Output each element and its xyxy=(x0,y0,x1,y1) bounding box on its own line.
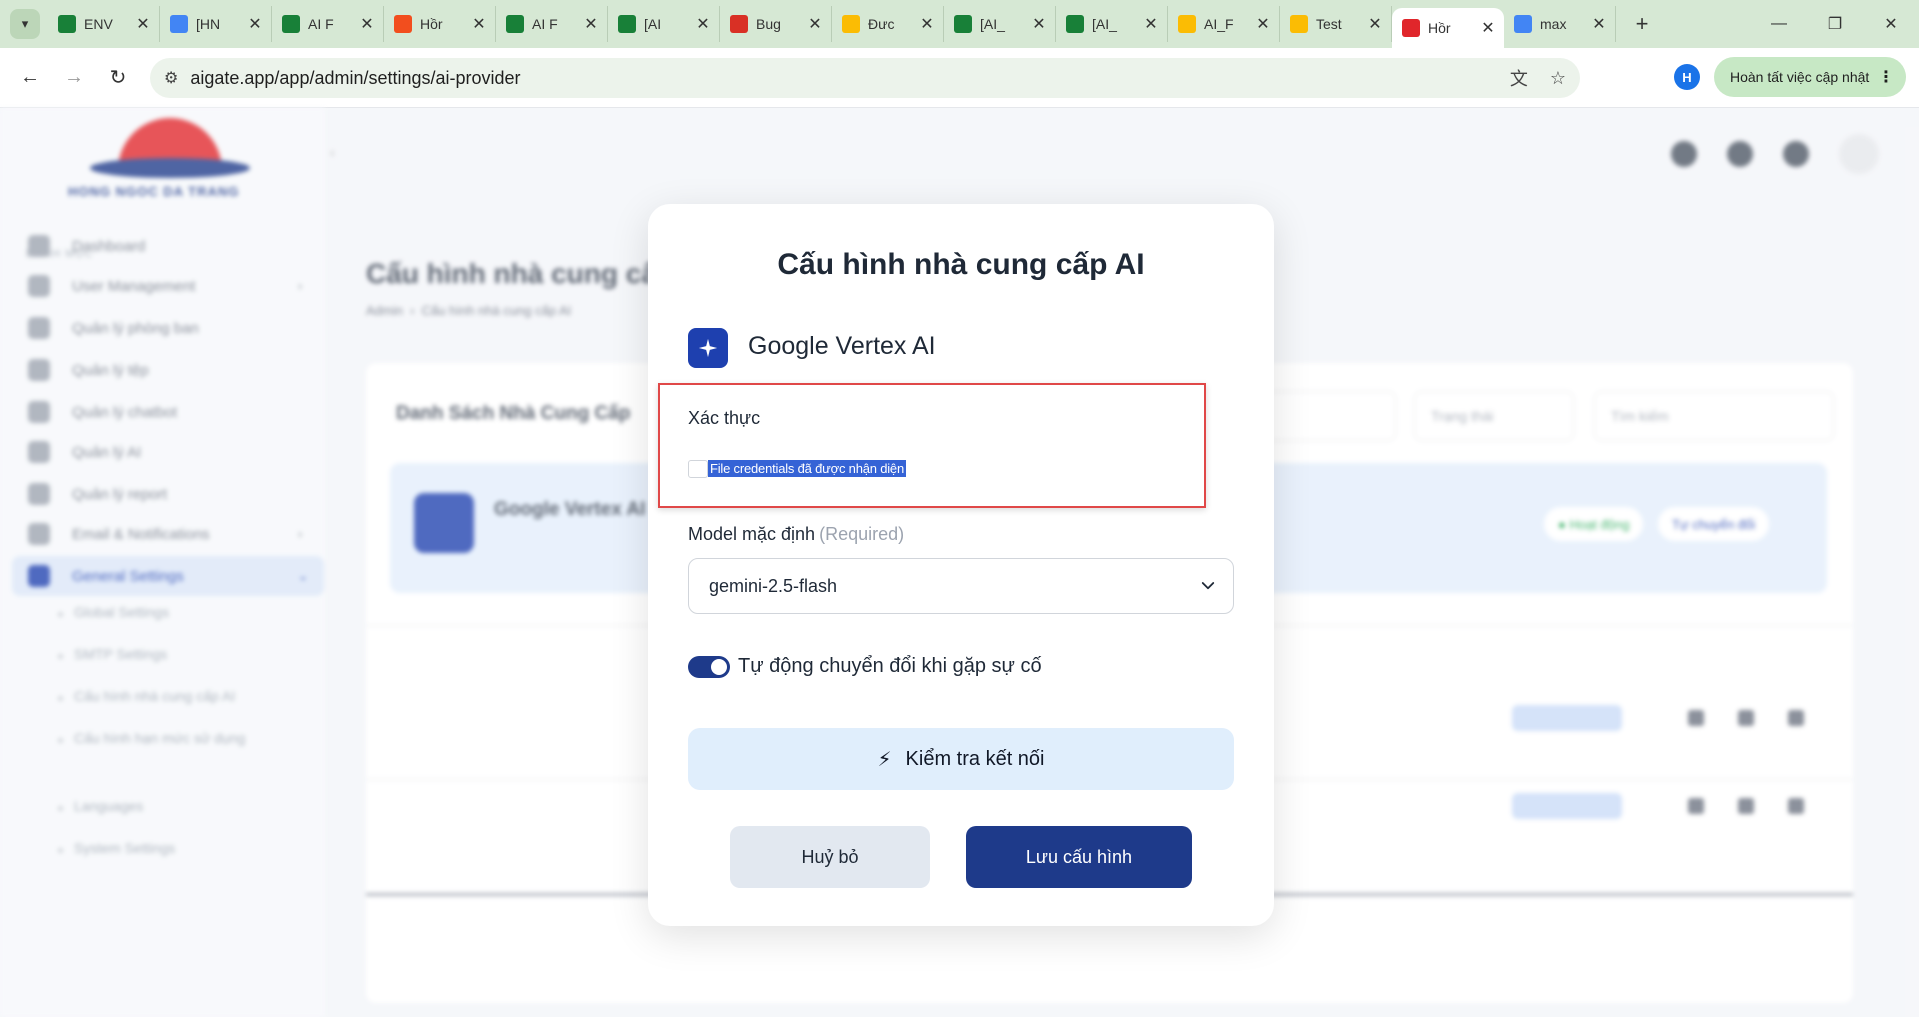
close-tab-icon[interactable]: ✕ xyxy=(135,14,151,34)
back-icon[interactable]: ← xyxy=(12,60,48,96)
model-label-text: Model mặc định xyxy=(688,524,816,544)
close-tab-icon[interactable]: ✕ xyxy=(1367,14,1383,34)
test-connection-label: Kiểm tra kết nối xyxy=(905,747,1045,770)
auth-label: Xác thực xyxy=(688,408,761,428)
credentials-checkbox[interactable] xyxy=(688,460,708,478)
model-select-value: gemini-2.5-flash xyxy=(709,575,838,596)
browser-tab[interactable]: ENV ✕ xyxy=(48,6,160,42)
figma-icon xyxy=(394,15,412,33)
sheets-icon xyxy=(506,15,524,33)
browser-tab[interactable]: [AI_ ✕ xyxy=(944,6,1056,42)
close-window-icon[interactable]: ✕ xyxy=(1863,0,1919,48)
minimize-icon[interactable]: — xyxy=(1751,0,1807,48)
update-browser-button[interactable]: Hoàn tất việc cập nhật ⋮ xyxy=(1714,57,1906,97)
close-tab-icon[interactable]: ✕ xyxy=(1591,14,1607,34)
browser-tab[interactable]: Test ✕ xyxy=(1280,6,1392,42)
auto-switch-toggle[interactable] xyxy=(688,656,730,678)
drive-icon xyxy=(1290,15,1308,33)
save-config-button[interactable]: Lưu cấu hình xyxy=(966,826,1192,888)
tab-search-button[interactable]: ▾ xyxy=(10,9,40,39)
tab-title: Đưc xyxy=(868,16,895,32)
close-tab-icon[interactable]: ✕ xyxy=(247,14,263,34)
site-info-icon[interactable]: ⚙ xyxy=(164,68,178,88)
browser-tab[interactable]: [AI_ ✕ xyxy=(1056,6,1168,42)
ai-provider-config-modal: Cấu hình nhà cung cấp AI Google Vertex A… xyxy=(648,204,1274,926)
highlight-box xyxy=(658,383,1206,508)
window-controls: — ❐ ✕ xyxy=(1751,0,1919,48)
close-tab-icon[interactable]: ✕ xyxy=(1255,14,1271,34)
close-tab-icon[interactable]: ✕ xyxy=(1031,14,1047,34)
tab-title: max xyxy=(1540,16,1567,32)
update-label: Hoàn tất việc cập nhật xyxy=(1730,69,1870,85)
browser-tabstrip: ▾ ENV ✕ [HN ✕ AI F ✕ Hồr ✕ AI F ✕ [AI ✕ Bug ✕ Đưc ✕ [AI_… xyxy=(0,0,1919,48)
tab-title: ENV xyxy=(84,16,113,32)
tab-title: Bug xyxy=(756,16,781,32)
vertex-ai-icon xyxy=(688,328,728,368)
docs-icon xyxy=(170,15,188,33)
tab-title: Test xyxy=(1316,16,1342,32)
close-tab-icon[interactable]: ✕ xyxy=(1480,18,1496,38)
close-tab-icon[interactable]: ✕ xyxy=(695,14,711,34)
tab-title: AI F xyxy=(308,16,334,32)
browser-tab[interactable]: AI F ✕ xyxy=(272,6,384,42)
credentials-status-text: File credentials đã được nhận diện xyxy=(708,460,906,477)
tabs-container: ENV ✕ [HN ✕ AI F ✕ Hồr ✕ AI F ✕ [AI ✕ Bug ✕ Đưc ✕ [AI_ ✕[… xyxy=(48,0,1616,48)
bookmark-star-icon[interactable]: ☆ xyxy=(1550,68,1566,89)
browser-toolbar: ← → ↻ ⚙ aigate.app/app/admin/settings/ai… xyxy=(0,48,1919,108)
google-icon xyxy=(1514,15,1532,33)
lightning-icon: ⚡ xyxy=(877,748,892,771)
tab-title: AI F xyxy=(532,16,558,32)
more-menu-icon[interactable]: ⋮ xyxy=(1878,67,1894,87)
sheets-icon xyxy=(1066,15,1084,33)
profile-avatar[interactable]: H xyxy=(1674,64,1700,90)
app-logo-icon xyxy=(1402,19,1420,37)
browser-tab[interactable]: Đưc ✕ xyxy=(832,6,944,42)
model-select[interactable]: gemini-2.5-flash xyxy=(688,558,1234,614)
tab-title: AI_F xyxy=(1204,16,1234,32)
close-tab-icon[interactable]: ✕ xyxy=(919,14,935,34)
forward-icon[interactable]: → xyxy=(56,60,92,96)
tab-title: [AI_ xyxy=(980,16,1005,32)
tab-title: Hồr xyxy=(1428,20,1451,36)
tab-title: [AI_ xyxy=(1092,16,1117,32)
tab-title: Hồr xyxy=(420,16,443,32)
browser-tab[interactable]: [HN ✕ xyxy=(160,6,272,42)
drive-icon xyxy=(1178,15,1196,33)
model-required-text: (Required) xyxy=(819,524,905,544)
restore-icon[interactable]: ❐ xyxy=(1807,0,1863,48)
close-tab-icon[interactable]: ✕ xyxy=(359,14,375,34)
sheets-icon xyxy=(58,15,76,33)
test-connection-button[interactable]: ⚡ Kiểm tra kết nối xyxy=(688,728,1234,790)
tab-title: [AI xyxy=(644,16,662,32)
sheets-icon xyxy=(282,15,300,33)
sheets-icon xyxy=(954,15,972,33)
browser-tab[interactable]: AI_F ✕ xyxy=(1168,6,1280,42)
new-tab-button[interactable]: + xyxy=(1628,11,1656,37)
browser-tab[interactable]: Bug ✕ xyxy=(720,6,832,42)
browser-tab[interactable]: AI F ✕ xyxy=(496,6,608,42)
reload-icon[interactable]: ↻ xyxy=(100,60,136,96)
browser-tab[interactable]: Hồr ✕ xyxy=(1392,8,1504,48)
bug-tracker-icon xyxy=(730,15,748,33)
model-label: Model mặc định (Required) xyxy=(688,524,904,545)
close-tab-icon[interactable]: ✕ xyxy=(583,14,599,34)
browser-tab[interactable]: Hồr ✕ xyxy=(384,6,496,42)
tab-title: [HN xyxy=(196,16,221,32)
close-tab-icon[interactable]: ✕ xyxy=(1143,14,1159,34)
close-tab-icon[interactable]: ✕ xyxy=(807,14,823,34)
translate-icon[interactable]: 文 xyxy=(1510,65,1528,91)
url-text[interactable]: aigate.app/app/admin/settings/ai-provide… xyxy=(190,68,520,89)
browser-tab[interactable]: max ✕ xyxy=(1504,6,1616,42)
close-tab-icon[interactable]: ✕ xyxy=(471,14,487,34)
modal-title: Cấu hình nhà cung cấp AI xyxy=(777,248,1145,281)
chevron-down-icon xyxy=(1201,582,1215,590)
drive-icon xyxy=(842,15,860,33)
auto-switch-label: Tự động chuyển đổi khi gặp sự cố xyxy=(738,655,1042,677)
address-bar[interactable]: ⚙ aigate.app/app/admin/settings/ai-provi… xyxy=(150,58,1580,98)
sheets-icon xyxy=(618,15,636,33)
cancel-button[interactable]: Huỷ bỏ xyxy=(730,826,930,888)
browser-tab[interactable]: [AI ✕ xyxy=(608,6,720,42)
provider-name: Google Vertex AI xyxy=(748,332,936,360)
